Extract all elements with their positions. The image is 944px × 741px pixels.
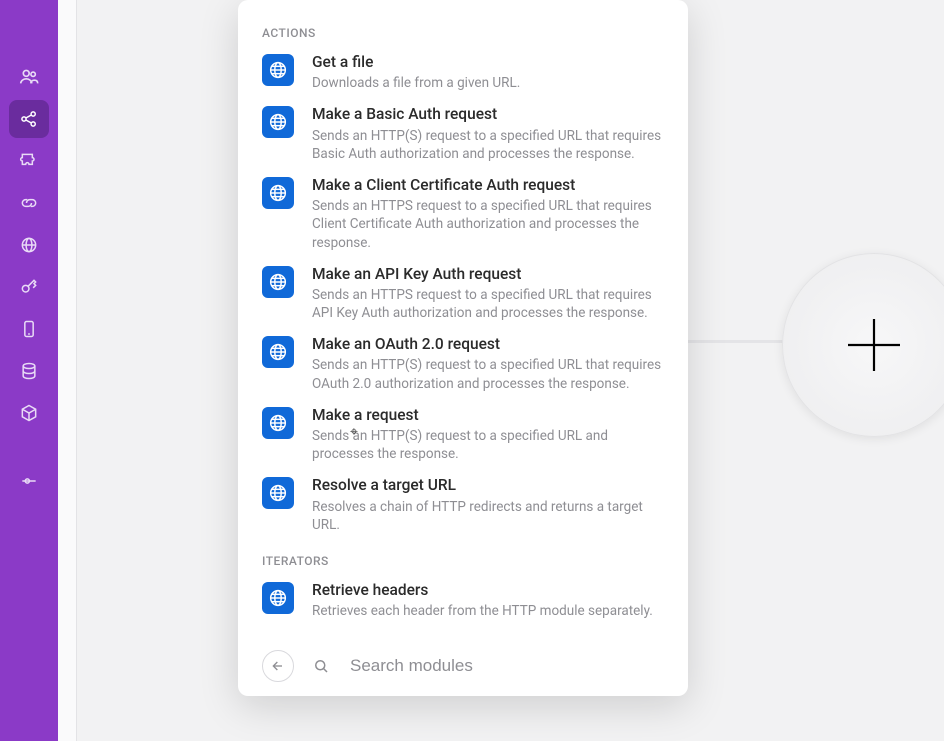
sidebar-item-users[interactable] xyxy=(9,58,49,96)
module-picker-panel: ACTIONS Get a file Downloads a file from… xyxy=(238,0,688,696)
iterators-list: Retrieve headers Retrieves each header f… xyxy=(262,574,664,626)
module-make-request[interactable]: Make a request Sends an HTTP(S) request … xyxy=(262,399,664,470)
module-retrieve-headers[interactable]: Retrieve headers Retrieves each header f… xyxy=(262,574,664,626)
section-label-iterators: ITERATORS xyxy=(262,554,664,568)
sidebar-item-links[interactable] xyxy=(9,184,49,222)
module-title: Resolve a target URL xyxy=(312,475,664,495)
share-icon xyxy=(19,109,39,129)
users-icon xyxy=(18,66,40,88)
module-desc: Retrieves each header from the HTTP modu… xyxy=(312,602,664,620)
module-api-key-auth[interactable]: Make an API Key Auth request Sends an HT… xyxy=(262,258,664,329)
section-label-actions: ACTIONS xyxy=(262,26,664,40)
actions-list: Get a file Downloads a file from a given… xyxy=(262,46,664,540)
sidebar-item-share[interactable] xyxy=(9,100,49,138)
sidebar-item-integrations[interactable] xyxy=(9,142,49,180)
module-get-a-file[interactable]: Get a file Downloads a file from a given… xyxy=(262,46,664,98)
sidebar-item-data[interactable] xyxy=(9,352,49,390)
back-button[interactable] xyxy=(262,650,294,682)
module-desc: Sends an HTTPS request to a specified UR… xyxy=(312,197,664,252)
sidebar-item-settings[interactable] xyxy=(9,462,49,500)
sidebar-item-mobile[interactable] xyxy=(9,310,49,348)
module-title: Get a file xyxy=(312,52,664,72)
module-title: Make a request xyxy=(312,405,664,425)
add-module-node[interactable] xyxy=(782,253,944,437)
module-title: Make a Basic Auth request xyxy=(312,104,664,124)
secondary-strip xyxy=(58,0,77,741)
plus-icon xyxy=(838,309,910,381)
http-globe-icon xyxy=(262,582,294,614)
http-globe-icon xyxy=(262,336,294,368)
sidebar-item-keys[interactable] xyxy=(9,268,49,306)
http-globe-icon xyxy=(262,54,294,86)
database-icon xyxy=(19,361,39,381)
module-oauth2[interactable]: Make an OAuth 2.0 request Sends an HTTP(… xyxy=(262,328,664,399)
mobile-icon xyxy=(19,319,39,339)
module-title: Retrieve headers xyxy=(312,580,664,600)
link-icon xyxy=(19,193,39,213)
main-sidebar xyxy=(0,0,58,741)
module-title: Make an OAuth 2.0 request xyxy=(312,334,664,354)
http-globe-icon xyxy=(262,407,294,439)
module-desc: Resolves a chain of HTTP redirects and r… xyxy=(312,498,664,534)
module-desc: Downloads a file from a given URL. xyxy=(312,74,664,92)
connector-line xyxy=(674,340,794,353)
module-client-cert-auth[interactable]: Make a Client Certificate Auth request S… xyxy=(262,169,664,258)
module-desc: Sends an HTTP(S) request to a specified … xyxy=(312,127,664,163)
module-desc: Sends an HTTP(S) request to a specified … xyxy=(312,427,664,463)
http-globe-icon xyxy=(262,177,294,209)
module-title: Make an API Key Auth request xyxy=(312,264,664,284)
module-desc: Sends an HTTPS request to a specified UR… xyxy=(312,286,664,322)
search-row xyxy=(262,644,664,682)
cube-icon xyxy=(19,403,39,423)
module-basic-auth[interactable]: Make a Basic Auth request Sends an HTTP(… xyxy=(262,98,664,169)
http-globe-icon xyxy=(262,266,294,298)
module-desc: Sends an HTTP(S) request to a specified … xyxy=(312,356,664,392)
search-icon xyxy=(312,657,330,675)
sidebar-item-web[interactable] xyxy=(9,226,49,264)
http-globe-icon xyxy=(262,477,294,509)
module-resolve-url[interactable]: Resolve a target URL Resolves a chain of… xyxy=(262,469,664,540)
http-globe-icon xyxy=(262,106,294,138)
key-icon xyxy=(19,277,39,297)
globe-icon xyxy=(19,235,39,255)
puzzle-icon xyxy=(19,151,39,171)
arrow-left-icon xyxy=(270,658,286,674)
module-title: Make a Client Certificate Auth request xyxy=(312,175,664,195)
sidebar-item-packages[interactable] xyxy=(9,394,49,432)
search-input[interactable] xyxy=(348,655,664,677)
settings-slider-icon xyxy=(19,471,39,491)
